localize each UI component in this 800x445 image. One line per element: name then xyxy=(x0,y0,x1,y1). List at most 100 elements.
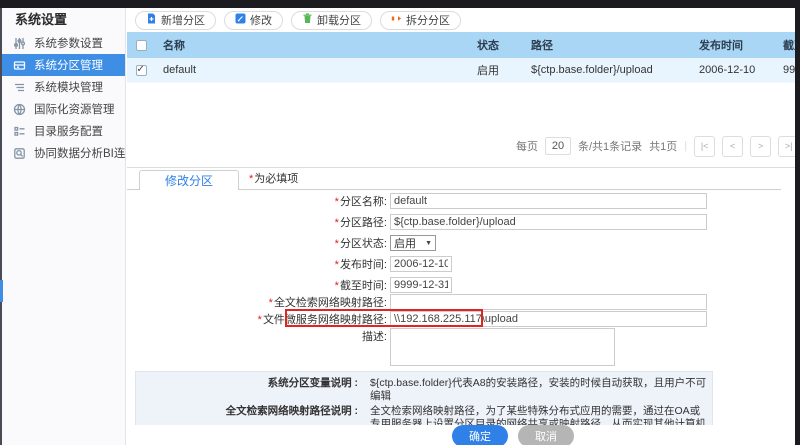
field-label: *全文检索网络映射路径: xyxy=(127,294,390,310)
field-label: *分区名称: xyxy=(127,193,390,209)
field-label: *截至时间: xyxy=(127,277,390,293)
grid-list-icon xyxy=(13,125,26,138)
sidebar-item-label: 国际化资源管理 xyxy=(34,101,115,117)
field-label: *发布时间: xyxy=(127,256,390,272)
partition-icon xyxy=(13,59,26,72)
add-partition-button[interactable]: 新增分区 xyxy=(135,11,216,30)
sidebar-item-label: 目录服务配置 xyxy=(34,123,103,139)
sliders-icon xyxy=(13,37,26,50)
note-text: ${ctp.base.folder}代表A8的安装路径，安装的时候自动获取，且用… xyxy=(370,377,708,403)
cell-end-date: 9999-12-31 xyxy=(783,64,795,76)
cell-path: ${ctp.base.folder}/upload xyxy=(531,64,699,76)
required-asterisk: * xyxy=(269,297,273,309)
pagination: 每页 条/共1条记录 共1页 | |< < > >| | xyxy=(127,133,800,159)
column-header-publish-date: 发布时间 xyxy=(699,37,783,53)
toolbar-button-label: 新增分区 xyxy=(161,12,205,28)
field-label: *分区状态: xyxy=(127,235,390,251)
field-label: 描述: xyxy=(127,328,390,344)
form-footer: 确定 取消 xyxy=(127,425,795,445)
sidebar-item-system-params[interactable]: 系统参数设置 xyxy=(2,32,125,54)
add-document-icon xyxy=(146,13,157,27)
section-divider xyxy=(127,167,795,168)
end-date-input[interactable] xyxy=(390,277,452,293)
form-row-publish-date: *发布时间: xyxy=(127,256,795,272)
note-label: 系统分区变量说明 : xyxy=(136,377,358,403)
selected-option: 启用 xyxy=(394,235,416,251)
split-arrow-icon xyxy=(391,13,402,27)
list-lines-icon xyxy=(13,81,26,94)
toolbar-button-label: 卸载分区 xyxy=(317,12,361,28)
column-header-status: 状态 xyxy=(477,37,531,53)
sidebar-item-label: 系统模块管理 xyxy=(34,79,103,95)
partition-form: *分区名称: *分区路径: *分区状态: 启用 *发布时间: *截至时间: *全… xyxy=(127,193,795,366)
total-pages-label: 共1页 xyxy=(649,138,677,154)
microservice-network-path-input[interactable] xyxy=(390,311,707,327)
unload-partition-button[interactable]: 卸载分区 xyxy=(291,11,372,30)
note-row-variable: 系统分区变量说明 : ${ctp.base.folder}代表A8的安装路径，安… xyxy=(136,377,708,403)
window-left-edge xyxy=(0,8,2,445)
app-window: 系统设置 系统参数设置 系统分区管理 系统模块管理 国际化资源管理 xyxy=(0,0,800,445)
split-partition-button[interactable]: 拆分分区 xyxy=(380,11,461,30)
publish-date-input[interactable] xyxy=(390,256,452,272)
partition-status-select[interactable]: 启用 xyxy=(390,235,436,251)
sidebar-item-partition-mgmt[interactable]: 系统分区管理 xyxy=(2,54,125,76)
pagination-separator: | xyxy=(684,140,687,152)
sidebar: 系统设置 系统参数设置 系统分区管理 系统模块管理 国际化资源管理 xyxy=(2,8,126,445)
cell-publish-date: 2006-12-10 xyxy=(699,64,783,76)
required-note-text: 为必填项 xyxy=(254,173,298,185)
bi-search-doc-icon xyxy=(13,147,26,160)
required-asterisk: * xyxy=(335,238,339,250)
cell-status: 启用 xyxy=(477,62,531,78)
form-row-description: 描述: xyxy=(127,328,795,366)
window-right-edge xyxy=(795,0,800,445)
main-panel: 新增分区 修改 卸载分区 拆分分区 xyxy=(127,8,795,445)
left-edge-accent-mark xyxy=(0,280,3,302)
sidebar-title: 系统设置 xyxy=(2,8,125,32)
form-row-microservice-path: *文件微服务网络映射路径: xyxy=(127,311,795,327)
sidebar-item-label: 系统参数设置 xyxy=(34,35,103,51)
ok-button[interactable]: 确定 xyxy=(452,425,508,445)
trash-icon xyxy=(302,13,313,27)
required-asterisk: * xyxy=(258,314,262,326)
partition-path-input[interactable] xyxy=(390,214,707,230)
select-all-checkbox[interactable] xyxy=(136,40,147,51)
first-page-button[interactable]: |< xyxy=(694,136,715,157)
per-page-label: 每页 xyxy=(516,138,538,154)
globe-icon xyxy=(13,103,26,116)
tab-modify-partition[interactable]: 修改分区 xyxy=(139,170,239,190)
field-label: *分区路径: xyxy=(127,214,390,230)
table-row[interactable]: default 启用 ${ctp.base.folder}/upload 200… xyxy=(127,58,795,83)
required-asterisk: * xyxy=(335,259,339,271)
edit-icon xyxy=(235,13,246,27)
toolbar: 新增分区 修改 卸载分区 拆分分区 xyxy=(127,8,795,32)
cell-name: default xyxy=(155,64,477,76)
column-header-path: 路径 xyxy=(531,37,699,53)
fulltext-network-path-input[interactable] xyxy=(390,294,707,310)
modify-button[interactable]: 修改 xyxy=(224,11,283,30)
required-asterisk: * xyxy=(335,196,339,208)
form-tab-bar: 修改分区 *为必填项 xyxy=(127,170,781,190)
sidebar-item-directory-service[interactable]: 目录服务配置 xyxy=(2,120,125,142)
form-row-fulltext-path: *全文检索网络映射路径: xyxy=(127,294,795,310)
form-row-status: *分区状态: 启用 xyxy=(127,235,795,251)
required-fields-note: *为必填项 xyxy=(249,169,298,189)
records-count-label: 条/共1条记录 xyxy=(578,138,642,154)
form-row-name: *分区名称: xyxy=(127,193,795,209)
sidebar-item-label: 协同数据分析BI连... xyxy=(34,145,125,161)
form-row-path: *分区路径: xyxy=(127,214,795,230)
prev-page-button[interactable]: < xyxy=(722,136,743,157)
window-top-edge xyxy=(0,0,800,8)
sidebar-item-i18n-resources[interactable]: 国际化资源管理 xyxy=(2,98,125,120)
next-page-button[interactable]: > xyxy=(750,136,771,157)
required-asterisk: * xyxy=(335,280,339,292)
cancel-button[interactable]: 取消 xyxy=(518,425,574,445)
required-asterisk: * xyxy=(249,173,253,185)
description-textarea[interactable] xyxy=(390,328,615,366)
table-header: 名称 状态 路径 发布时间 截至时间 xyxy=(127,32,795,58)
form-row-end-date: *截至时间: xyxy=(127,277,795,293)
per-page-input[interactable] xyxy=(545,137,571,155)
sidebar-item-bi-connector[interactable]: 协同数据分析BI连... xyxy=(2,142,125,164)
sidebar-item-module-mgmt[interactable]: 系统模块管理 xyxy=(2,76,125,98)
partition-name-input[interactable] xyxy=(390,193,707,209)
row-checkbox[interactable] xyxy=(136,65,147,76)
